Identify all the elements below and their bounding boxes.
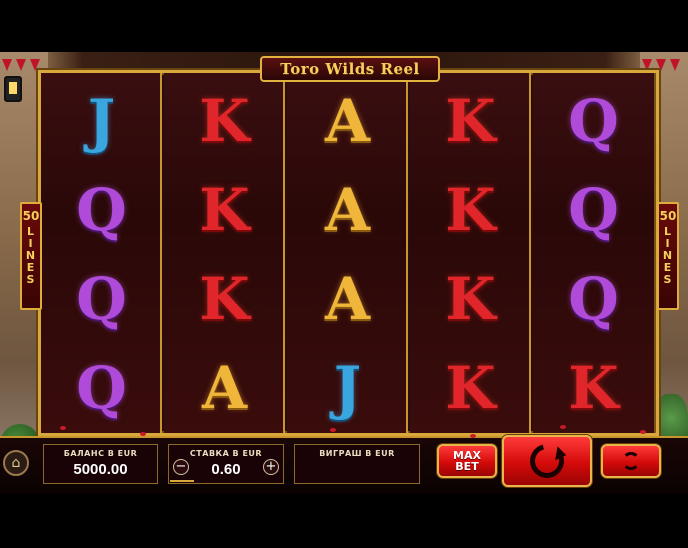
symbol-letter: K (199, 265, 250, 333)
reels-frame: JQQQKKKAAAAJKKKKQQQK (38, 70, 659, 436)
symbol-k: K (533, 344, 654, 432)
max-bet-button[interactable]: MAX BET (437, 444, 497, 478)
symbol-a: A (164, 344, 285, 432)
reel-3: AAAJ (287, 73, 408, 433)
symbol-letter: Q (76, 354, 127, 422)
symbol-letter: A (324, 265, 370, 333)
symbol-q: Q (533, 77, 654, 165)
symbol-letter: K (445, 87, 496, 155)
symbol-k: K (410, 344, 531, 432)
symbol-q: Q (533, 255, 654, 343)
symbol-letter: K (568, 354, 619, 422)
symbol-k: K (410, 77, 531, 165)
symbol-j: J (287, 344, 408, 432)
win-box: ВИГРАШ В EUR (294, 444, 420, 484)
reel-1: JQQQ (41, 73, 162, 433)
bet-increase-button[interactable]: + (263, 459, 279, 475)
lamp-icon (4, 76, 22, 102)
symbol-k: K (410, 255, 531, 343)
reel-4: KKKK (410, 73, 531, 433)
symbol-j: J (41, 77, 162, 165)
symbol-letter: A (324, 176, 370, 244)
game-title: Toro Wilds Reel (260, 56, 440, 82)
symbol-a: A (287, 77, 408, 165)
symbol-letter: Q (76, 176, 127, 244)
symbol-letter: K (445, 265, 496, 333)
symbol-q: Q (41, 344, 162, 432)
symbol-letter: A (201, 354, 247, 422)
bet-decrease-button[interactable]: − (173, 459, 189, 475)
balance-box: БАЛАНС В EUR 5000.00 (43, 444, 158, 484)
symbol-k: K (164, 166, 285, 254)
spin-button[interactable] (502, 435, 592, 487)
symbol-k: K (164, 77, 285, 165)
bet-caption: СТАВКА В EUR (189, 449, 263, 458)
autoplay-button[interactable] (601, 444, 661, 478)
symbol-letter: Q (76, 265, 127, 333)
symbol-letter: K (199, 87, 250, 155)
symbol-a: A (287, 255, 408, 343)
symbol-k: K (410, 166, 531, 254)
symbol-letter: A (324, 87, 370, 155)
symbol-q: Q (533, 166, 654, 254)
symbol-letter: Q (568, 265, 619, 333)
symbol-letter: J (87, 87, 116, 155)
reel-5: QQQK (533, 73, 654, 433)
lines-label: LINES (662, 225, 674, 286)
max-bet-label-2: BET (455, 460, 479, 473)
symbol-k: K (164, 255, 285, 343)
autoplay-icon (622, 452, 640, 470)
symbol-q: Q (41, 255, 162, 343)
symbol-letter: Q (568, 87, 619, 155)
bunting-right (642, 56, 684, 71)
reel-2: KKKA (164, 73, 285, 433)
symbol-letter: J (333, 354, 362, 422)
symbol-q: Q (41, 166, 162, 254)
spin-icon (523, 437, 571, 485)
symbol-letter: K (445, 354, 496, 422)
balance-caption: БАЛАНС В EUR (63, 449, 138, 458)
symbol-a: A (287, 166, 408, 254)
symbol-letter: Q (568, 176, 619, 244)
home-button[interactable]: ⌂ (3, 450, 29, 476)
symbol-letter: K (199, 176, 250, 244)
bunting-left (2, 56, 44, 71)
lines-badge-right: 50 LINES (657, 202, 679, 310)
symbol-letter: K (445, 176, 496, 244)
win-caption: ВИГРАШ В EUR (319, 449, 395, 458)
rose-petals (0, 420, 688, 440)
home-icon: ⌂ (11, 455, 21, 471)
bet-indicator (170, 480, 194, 482)
lines-label: LINES (25, 225, 37, 286)
balance-value: 5000.00 (73, 461, 128, 478)
lines-badge-left: 50 LINES (20, 202, 42, 310)
lines-count: 50 (22, 209, 40, 223)
lines-count: 50 (659, 209, 677, 223)
